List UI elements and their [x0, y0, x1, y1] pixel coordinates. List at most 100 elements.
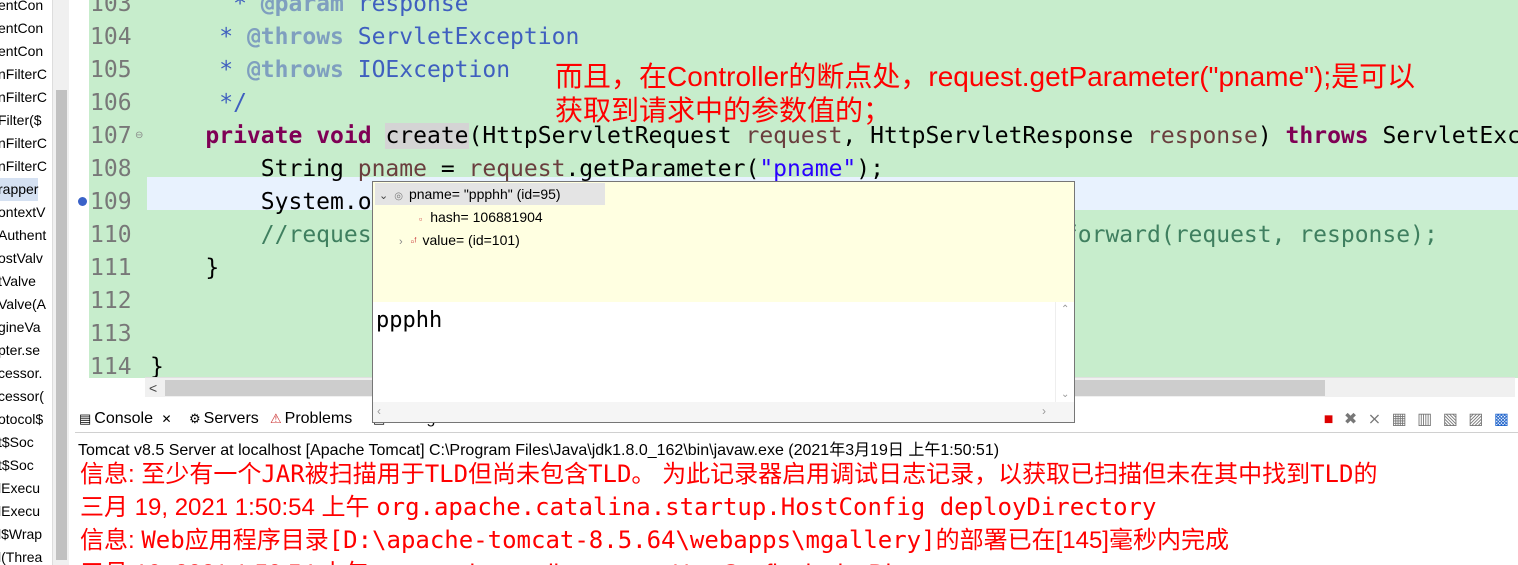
line-number: 106: [90, 90, 132, 116]
display-console-icon[interactable]: ▩: [1494, 411, 1512, 428]
line-number: 113: [90, 321, 132, 347]
stack-frame[interactable]: tValve: [0, 270, 36, 293]
detail-vertical-scrollbar[interactable]: ⌃ ⌄: [1055, 302, 1074, 402]
word-wrap-icon[interactable]: ▧: [1443, 411, 1461, 428]
stack-frame[interactable]: Valve(A: [0, 293, 46, 316]
stack-frame[interactable]: entCon: [0, 0, 43, 17]
stack-frame[interactable]: nFilterC: [0, 86, 47, 109]
line-number: 112: [90, 288, 132, 314]
stack-frame[interactable]: nFilterC: [0, 132, 47, 155]
code-line[interactable]: }: [150, 351, 164, 378]
code-line[interactable]: }: [150, 252, 219, 285]
variable-root-row[interactable]: ⌄ ◎ pname= "ppphh" (id=95): [375, 183, 605, 205]
stack-frame[interactable]: lExecu: [0, 477, 40, 500]
breakpoint-icon[interactable]: [78, 197, 87, 206]
local-variable-icon: ◎: [394, 191, 403, 202]
stack-frame[interactable]: Filter($: [0, 109, 42, 132]
console-text: 但尚未包含: [468, 461, 589, 488]
stack-frame[interactable]: gineVa: [0, 316, 41, 339]
stack-frame[interactable]: l$Wrap: [0, 523, 42, 546]
variable-hash-row[interactable]: ▫ hash= 106881904: [419, 206, 543, 228]
scroll-up-icon[interactable]: ⌃: [1061, 304, 1069, 315]
stack-frame[interactable]: l(Threa: [0, 546, 42, 565]
stack-frame[interactable]: cessor.: [0, 362, 42, 385]
console-launch-header: Tomcat v8.5 Server at localhost [Apache …: [78, 442, 1000, 459]
console-line-4: 三月 19, 2021 1:50:54 上午 org.apache.catali…: [80, 557, 964, 565]
tab-console[interactable]: ▤ Console ✕: [79, 407, 172, 431]
tab-servers[interactable]: ⚙ Servers: [189, 407, 259, 431]
problems-icon: ⚠: [270, 411, 282, 426]
line-number: 110: [90, 222, 132, 248]
chevron-right-icon[interactable]: ›: [399, 236, 403, 248]
console-text: TLD: [588, 460, 632, 488]
variable-value-row[interactable]: › ▫ᶠ value= (id=101): [399, 229, 520, 251]
console-text: 信息: 至少有一个: [80, 461, 262, 488]
scroll-left-icon[interactable]: <: [149, 378, 157, 398]
stack-frame[interactable]: pter.se: [0, 339, 40, 362]
servers-icon: ⚙: [189, 411, 201, 426]
stack-scroll-thumb[interactable]: [56, 90, 67, 560]
clear-console-icon[interactable]: ▦: [1392, 411, 1410, 428]
console-text: org.apache.catalina.startup.HostConfig d…: [376, 493, 1157, 521]
line-number: 103: [90, 0, 132, 17]
console-text: 被扫描用于: [304, 461, 425, 488]
variable-hover-popup[interactable]: ⌄ ◎ pname= "ppphh" (id=95) ▫ hash= 10688190…: [372, 181, 1075, 423]
scroll-down-icon[interactable]: ⌄: [1061, 389, 1069, 400]
stack-frame[interactable]: cessor(: [0, 385, 44, 408]
scroll-right-icon[interactable]: ›: [1042, 404, 1046, 418]
line-number: 108: [90, 156, 132, 182]
stack-frame[interactable]: otocol$: [0, 408, 43, 431]
line-number: 114: [90, 354, 132, 378]
tab-console-label: Console: [94, 410, 153, 427]
tab-problems[interactable]: ⚠ Problems: [270, 407, 352, 431]
scroll-left-icon[interactable]: ‹: [377, 404, 381, 418]
console-text: [D:\apache-tomcat-8.5.64\webapps\mgaller…: [328, 526, 936, 554]
fold-icon[interactable]: ⊖: [135, 130, 143, 141]
variable-detail-pane[interactable]: ppphh: [373, 302, 1055, 402]
remove-launch-icon[interactable]: ✖: [1344, 411, 1360, 428]
stack-frame[interactable]: rapper: [0, 178, 39, 201]
stack-frame[interactable]: nFilterC: [0, 155, 47, 178]
tab-servers-label: Servers: [203, 410, 259, 427]
code-line[interactable]: */: [150, 87, 247, 120]
code-line[interactable]: * @param response: [150, 0, 468, 21]
stack-frame[interactable]: entCon: [0, 17, 43, 40]
field-icon: ▫: [419, 214, 423, 224]
stack-frame[interactable]: nFilterC: [0, 63, 47, 86]
console-text: 。 为此记录器启用调试日志记录，以获取已扫描但未在其中找到: [631, 461, 1311, 488]
console-text: Web: [141, 526, 185, 554]
variable-value-label: value= (id=101): [422, 232, 520, 248]
chevron-down-icon[interactable]: ⌄: [379, 190, 388, 202]
console-text: TLD: [1310, 460, 1354, 488]
editor-ruler: [75, 0, 89, 378]
variable-hash-label: hash= 106881904: [430, 209, 543, 225]
console-text: 应用程序目录: [184, 527, 329, 554]
code-line[interactable]: * @throws ServletException: [150, 21, 579, 54]
console-text: 的: [1353, 461, 1378, 488]
scroll-lock-icon[interactable]: ▥: [1417, 411, 1435, 428]
line-number: 111: [90, 255, 132, 281]
terminate-icon[interactable]: ■: [1324, 411, 1337, 428]
line-number: 105: [90, 57, 132, 83]
console-text: JAR: [261, 460, 305, 488]
code-line[interactable]: * @throws IOException: [150, 54, 510, 87]
stack-scrollbar[interactable]: [52, 0, 69, 565]
stack-frame[interactable]: entCon: [0, 40, 43, 63]
annotation-line-1: 而且，在Controller的断点处，request.getParameter(…: [555, 61, 1416, 92]
annotation-text: 而且，在Controller的断点处，request.getParameter(…: [555, 60, 1518, 128]
stack-frame[interactable]: t$Soc: [0, 454, 34, 477]
close-icon[interactable]: ✕: [161, 412, 171, 426]
pin-console-icon[interactable]: ▨: [1468, 411, 1486, 428]
console-line-1: 信息: 至少有一个JAR被扫描用于TLD但尚未包含TLD。 为此记录器启用调试日…: [80, 458, 1377, 491]
stack-frame[interactable]: lExecu: [0, 500, 40, 523]
variable-tree[interactable]: ⌄ ◎ pname= "ppphh" (id=95) ▫ hash= 10688190…: [373, 182, 1074, 300]
stack-frame[interactable]: t$Soc: [0, 431, 34, 454]
stack-trace-list[interactable]: entCon entCon entCon nFilterC nFilterC Filter…: [0, 0, 52, 565]
stack-frame[interactable]: ontextV: [0, 201, 45, 224]
line-number: 104: [90, 24, 132, 50]
stack-frame[interactable]: Authent: [0, 224, 46, 247]
detail-horizontal-scrollbar[interactable]: ‹ ›: [373, 402, 1074, 422]
remove-all-icon[interactable]: ⨯: [1368, 411, 1384, 428]
variable-root-label: pname= "ppphh" (id=95): [408, 186, 561, 202]
stack-frame[interactable]: ostValv: [0, 247, 43, 270]
